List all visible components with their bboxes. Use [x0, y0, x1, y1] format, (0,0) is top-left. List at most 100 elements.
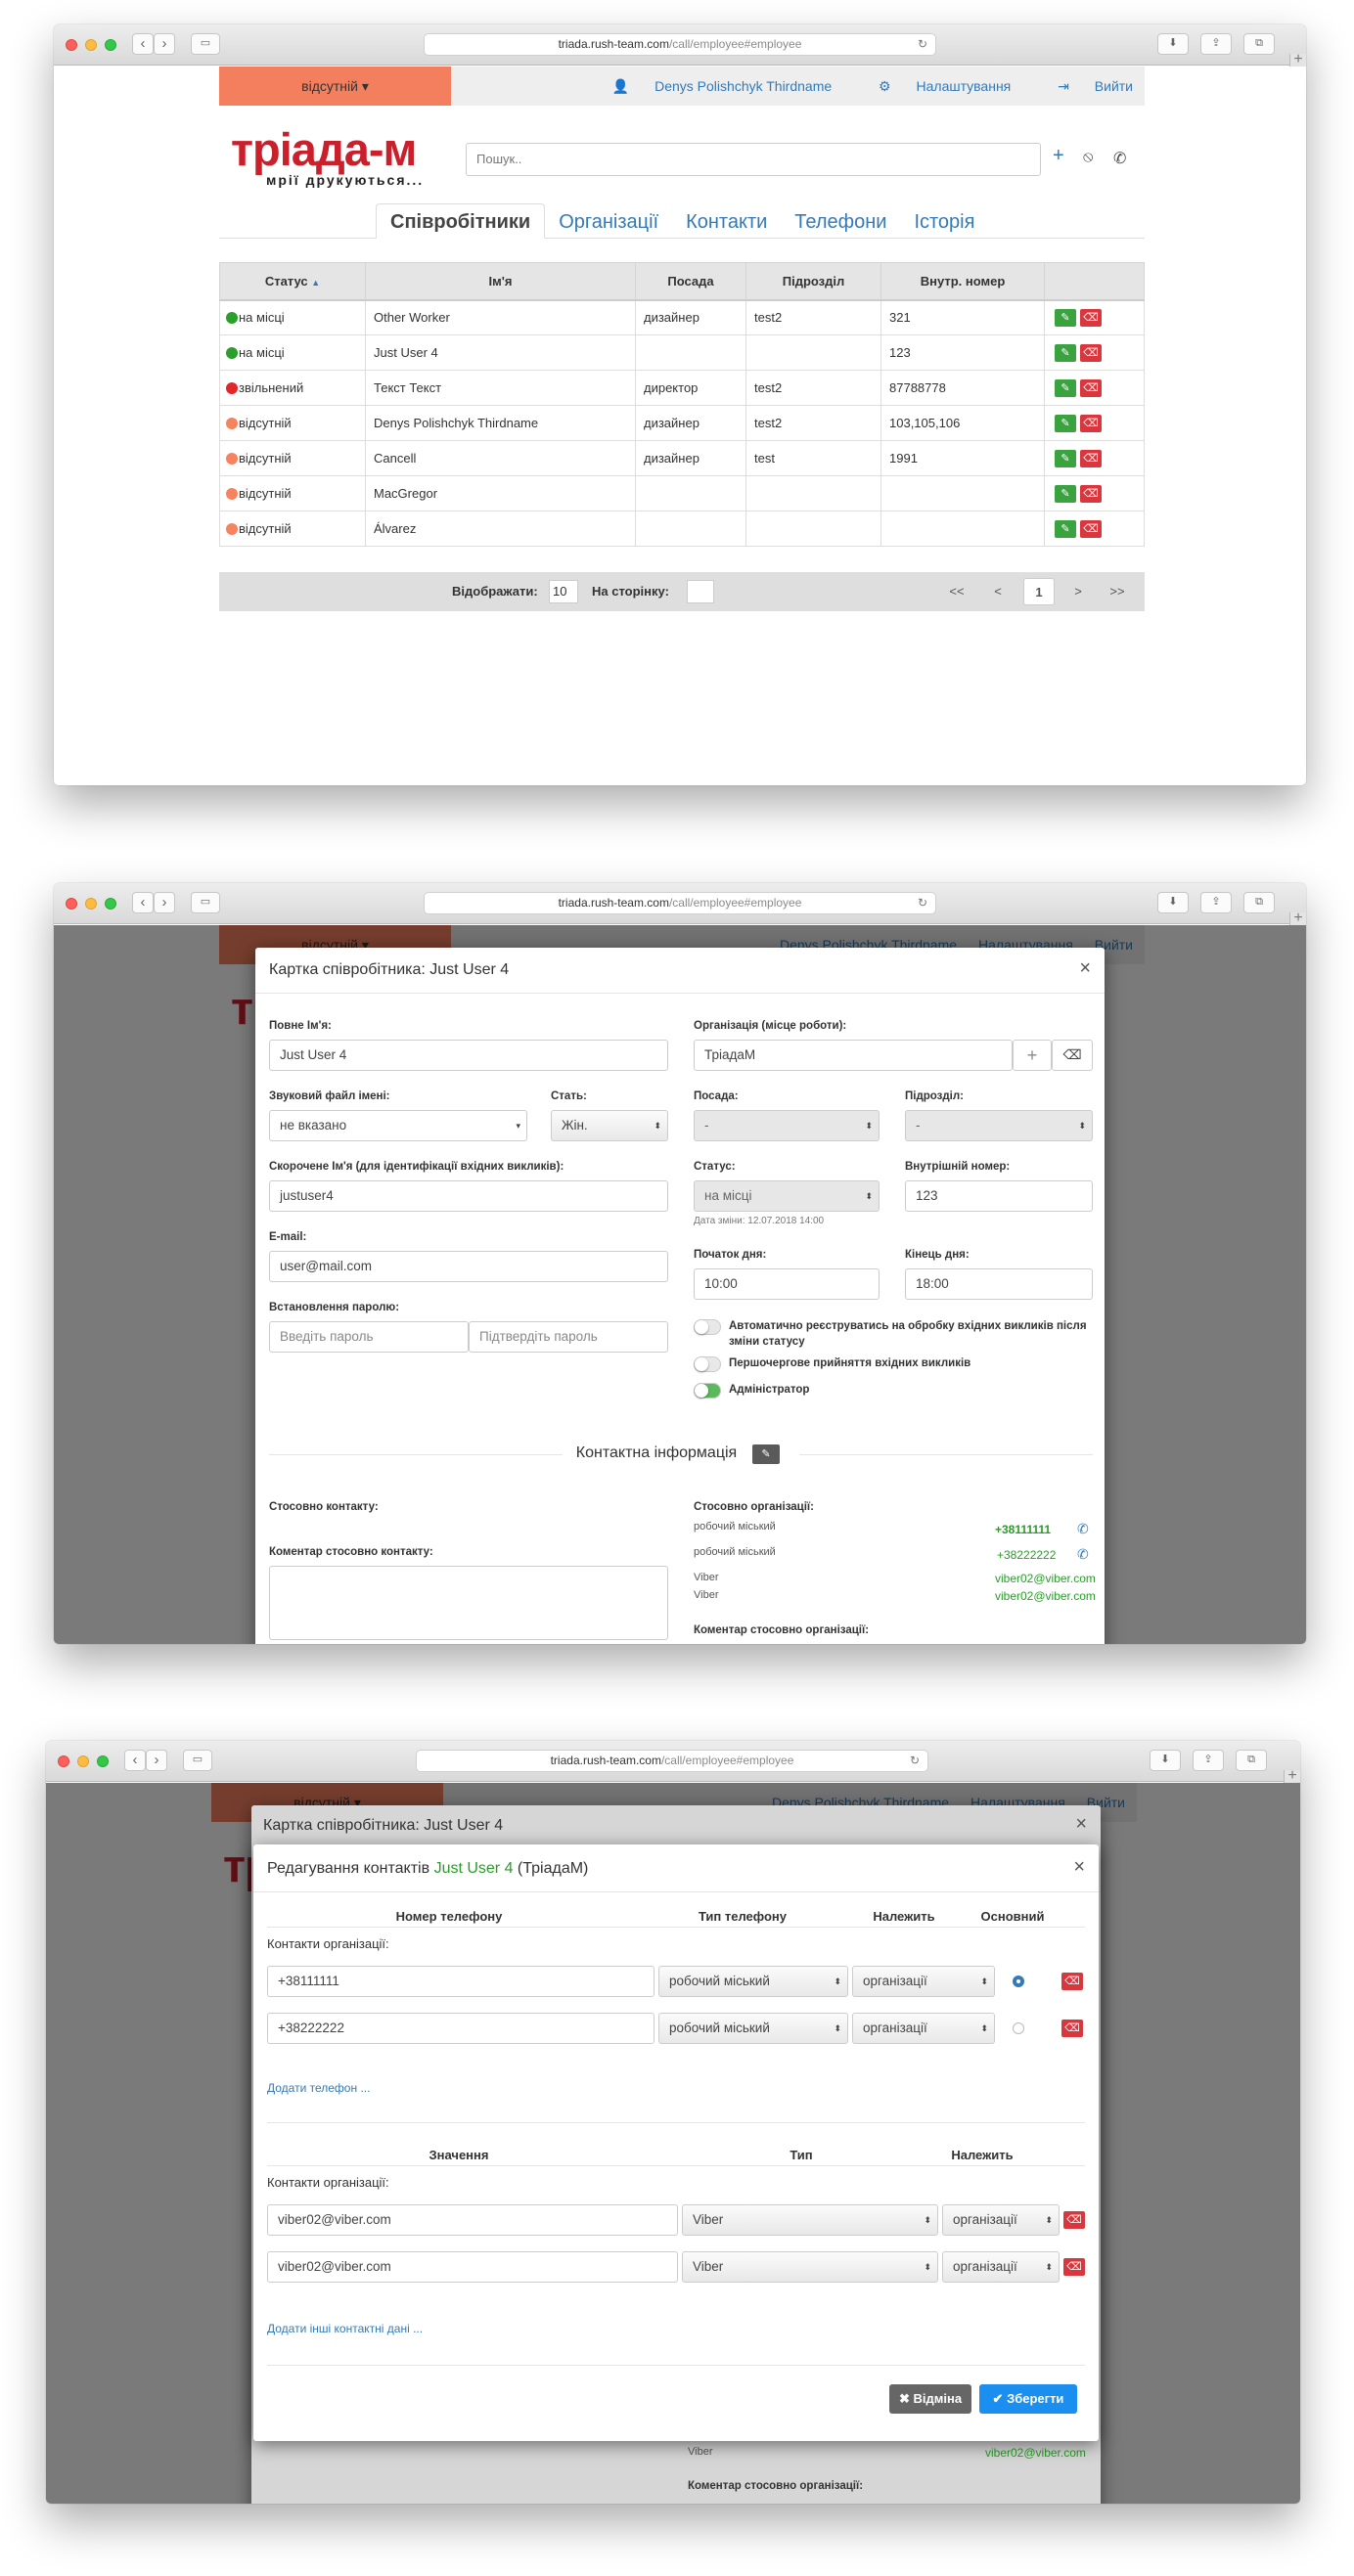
- phone-icon[interactable]: ✆: [1113, 149, 1126, 168]
- tabs-icon[interactable]: ⧉: [1236, 1750, 1267, 1771]
- phone-belongs-select-1[interactable]: організації ⬍: [852, 1966, 995, 1997]
- per-page-input[interactable]: [687, 580, 714, 603]
- contact-type-select-2[interactable]: Viber ⬍: [682, 2251, 938, 2283]
- close-icon[interactable]: ×: [1075, 1813, 1087, 1836]
- cancel-button[interactable]: ✖ Відміна: [889, 2384, 971, 2414]
- minimize-window-icon[interactable]: [77, 1755, 89, 1767]
- table-row[interactable]: відсутній Álvarez ✎ ⌫: [219, 511, 1145, 547]
- gender-select[interactable]: Жін. ⬍: [551, 1110, 668, 1141]
- download-icon[interactable]: ⬇: [1157, 33, 1189, 55]
- new-tab-button[interactable]: +: [1284, 1768, 1300, 1784]
- settings-link[interactable]: ⚙ Налаштування: [857, 78, 1011, 94]
- eraser-icon[interactable]: ⌫: [1080, 519, 1102, 538]
- address-bar[interactable]: triada.rush-team.com/call/employee#emplo…: [424, 33, 936, 56]
- next-page-button[interactable]: >: [1062, 578, 1094, 605]
- reload-icon[interactable]: ↻: [918, 893, 927, 913]
- maximize-window-icon[interactable]: [97, 1755, 109, 1767]
- sidebar-icon[interactable]: ▭: [191, 892, 220, 913]
- table-row[interactable]: відсутній MacGregor ✎ ⌫: [219, 475, 1145, 511]
- col-position[interactable]: Посада: [635, 262, 746, 301]
- eraser-icon[interactable]: ⌫: [1063, 2211, 1085, 2229]
- col-ext[interactable]: Внутр. номер: [880, 262, 1045, 301]
- edit-icon[interactable]: ✎: [1055, 519, 1076, 538]
- add-org-button[interactable]: +: [1013, 1040, 1052, 1071]
- contact-belongs-select-2[interactable]: організації ⬍: [942, 2251, 1060, 2283]
- edit-icon[interactable]: ✎: [1055, 343, 1076, 362]
- back-button[interactable]: ‹: [132, 33, 154, 55]
- sidebar-icon[interactable]: ▭: [191, 33, 220, 55]
- address-bar[interactable]: triada.rush-team.com/call/employee#emplo…: [416, 1750, 928, 1772]
- close-icon[interactable]: ×: [1073, 1856, 1085, 1879]
- position-select[interactable]: - ⬍: [694, 1110, 880, 1141]
- back-button[interactable]: ‹: [132, 892, 154, 913]
- phone-belongs-select-2[interactable]: організації ⬍: [852, 2013, 995, 2044]
- page-1-button[interactable]: 1: [1023, 578, 1055, 605]
- table-row[interactable]: на місці Just User 4 123 ✎ ⌫: [219, 334, 1145, 371]
- eraser-icon[interactable]: ⌫: [1052, 1040, 1093, 1071]
- day-start-field[interactable]: 10:00: [694, 1268, 880, 1300]
- new-tab-button[interactable]: +: [1289, 52, 1306, 67]
- call-icon[interactable]: ✆: [1077, 1546, 1089, 1563]
- contact-value-2[interactable]: +38222222: [997, 1548, 1056, 1562]
- contact-comment-field[interactable]: [269, 1566, 668, 1640]
- auto-register-toggle[interactable]: [694, 1319, 721, 1335]
- save-button[interactable]: ✔ Зберегти: [979, 2384, 1077, 2414]
- back-button[interactable]: ‹: [124, 1750, 146, 1771]
- contact-type-select-1[interactable]: Viber ⬍: [682, 2204, 938, 2236]
- add-icon[interactable]: +: [1053, 145, 1064, 167]
- full-name-field[interactable]: Just User 4: [269, 1040, 668, 1071]
- org-field[interactable]: ТріадаМ: [694, 1040, 1013, 1071]
- edit-icon[interactable]: ✎: [1055, 484, 1076, 503]
- search-input[interactable]: Пошук..: [466, 143, 1041, 176]
- table-row[interactable]: відсутній Cancell дизайнер test 1991 ✎ ⌫: [219, 440, 1145, 476]
- password-field[interactable]: Введіть пароль: [269, 1321, 469, 1353]
- share-icon[interactable]: ⇪: [1200, 892, 1232, 913]
- contact-value-field-2[interactable]: viber02@viber.com: [267, 2251, 678, 2283]
- status-select[interactable]: на місці ⬍: [694, 1180, 880, 1212]
- last-page-button[interactable]: >>: [1102, 578, 1133, 605]
- sidebar-icon[interactable]: ▭: [183, 1750, 212, 1771]
- edit-icon[interactable]: ✎: [1055, 308, 1076, 327]
- eraser-icon[interactable]: ⌫: [1080, 449, 1102, 467]
- tab-history[interactable]: Історія: [900, 204, 988, 240]
- main-radio-1[interactable]: [1013, 1976, 1024, 1987]
- add-phone-link[interactable]: Додати телефон ...: [267, 2081, 370, 2095]
- download-icon[interactable]: ⬇: [1157, 892, 1189, 913]
- edit-icon[interactable]: ✎: [1055, 449, 1076, 467]
- eraser-icon[interactable]: ⌫: [1061, 1973, 1083, 1990]
- day-end-field[interactable]: 18:00: [905, 1268, 1093, 1300]
- password-confirm-field[interactable]: Підтвердіть пароль: [469, 1321, 668, 1353]
- close-window-icon[interactable]: [66, 898, 77, 910]
- ext-field[interactable]: 123: [905, 1180, 1093, 1212]
- close-icon[interactable]: ×: [1079, 957, 1091, 980]
- col-dept[interactable]: Підрозділ: [745, 262, 881, 301]
- email-field[interactable]: user@mail.com: [269, 1251, 668, 1282]
- edit-icon[interactable]: ✎: [1055, 414, 1076, 432]
- admin-toggle[interactable]: [694, 1383, 721, 1399]
- call-icon[interactable]: ✆: [1077, 1521, 1089, 1537]
- eraser-icon[interactable]: ⌫: [1080, 308, 1102, 327]
- dept-select[interactable]: - ⬍: [905, 1110, 1093, 1141]
- eraser-icon[interactable]: ⌫: [1080, 484, 1102, 503]
- tabs-icon[interactable]: ⧉: [1243, 892, 1275, 913]
- contact-value-1[interactable]: +38111111: [995, 1523, 1051, 1536]
- status-dropdown[interactable]: відсутній ▾: [219, 67, 451, 106]
- phone-field-2[interactable]: +38222222: [267, 2013, 654, 2044]
- eraser-icon[interactable]: ⌫: [1061, 2020, 1083, 2037]
- logout-link[interactable]: ⇥ Вийти: [1036, 78, 1133, 94]
- maximize-window-icon[interactable]: [105, 39, 116, 51]
- eraser-icon[interactable]: ⌫: [1080, 343, 1102, 362]
- forward-button[interactable]: ›: [146, 1750, 167, 1771]
- contact-value-4[interactable]: viber02@viber.com: [995, 1589, 1096, 1603]
- tab-phones[interactable]: Телефони: [781, 204, 900, 240]
- phone-type-select-2[interactable]: робочий міський ⬍: [658, 2013, 848, 2044]
- tab-organizations[interactable]: Організації: [545, 204, 672, 240]
- maximize-window-icon[interactable]: [105, 898, 116, 910]
- eraser-icon[interactable]: ⌫: [1063, 2258, 1085, 2276]
- reload-icon[interactable]: ↻: [918, 34, 927, 55]
- priority-toggle[interactable]: [694, 1356, 721, 1372]
- forward-button[interactable]: ›: [154, 33, 175, 55]
- reload-icon[interactable]: ↻: [910, 1751, 920, 1771]
- table-row[interactable]: відсутній Denys Polishchyk Thirdname дизай…: [219, 405, 1145, 441]
- main-radio-2[interactable]: [1013, 2022, 1024, 2034]
